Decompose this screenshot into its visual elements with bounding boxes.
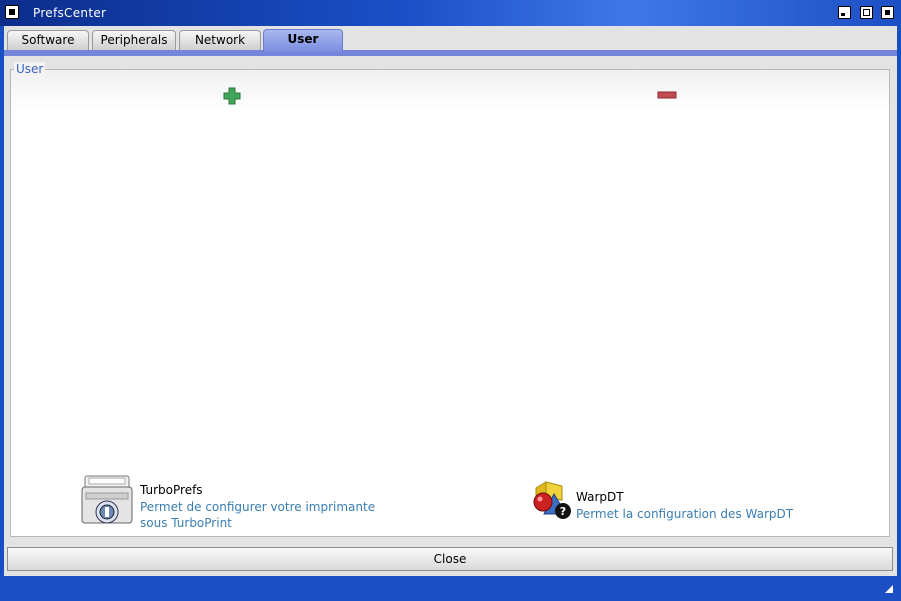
tab-peripherals-label: Peripherals xyxy=(100,33,168,47)
tab-underline xyxy=(4,50,897,56)
window-bottom-border xyxy=(0,576,901,601)
turboprefs-title: TurboPrefs xyxy=(140,483,203,497)
warpdt-title: WarpDT xyxy=(576,490,624,504)
tab-peripherals[interactable]: Peripherals xyxy=(92,30,176,50)
close-window-icon[interactable] xyxy=(881,6,894,19)
user-prefs-panel xyxy=(10,69,890,537)
turboprefs-description-line2: sous TurboPrint xyxy=(140,516,232,530)
maximize-icon[interactable] xyxy=(860,6,873,19)
tab-user[interactable]: User xyxy=(263,29,343,52)
minimize-icon[interactable] xyxy=(838,6,851,19)
plus-icon[interactable] xyxy=(223,87,241,105)
client-area: Software Peripherals Network User User T… xyxy=(4,26,897,576)
close-button[interactable]: Close xyxy=(7,547,893,571)
close-button-label: Close xyxy=(433,552,467,566)
datatype-icon: ? xyxy=(533,481,571,519)
tab-network-label: Network xyxy=(194,33,246,47)
tab-network[interactable]: Network xyxy=(179,30,261,50)
minus-icon[interactable] xyxy=(657,91,677,99)
turboprefs-description-line1: Permet de configurer votre imprimante xyxy=(140,500,376,514)
title-bar[interactable]: PrefsCenter xyxy=(0,0,901,26)
resize-grip-icon[interactable] xyxy=(885,585,893,593)
system-menu-icon[interactable] xyxy=(5,5,19,19)
warpdt-description-line1: Permet la configuration des WarpDT xyxy=(576,507,794,521)
tab-software[interactable]: Software xyxy=(7,30,89,50)
tab-bar: Software Peripherals Network User xyxy=(4,26,897,56)
printer-icon xyxy=(81,475,133,524)
tab-software-label: Software xyxy=(21,33,75,47)
window-title: PrefsCenter xyxy=(33,6,107,20)
svg-text:?: ? xyxy=(560,505,566,518)
prefscenter-window: PrefsCenter Software Peripherals Network… xyxy=(0,0,901,601)
tab-user-label: User xyxy=(287,32,319,46)
panel-legend: User xyxy=(14,62,46,76)
